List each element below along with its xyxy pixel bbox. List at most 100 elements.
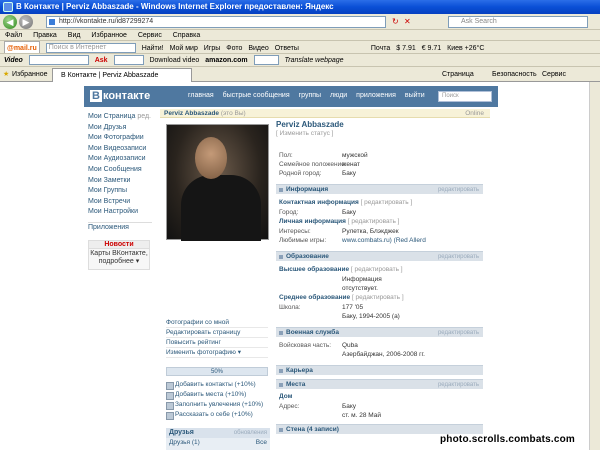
search-input[interactable]: Ask Search xyxy=(448,16,588,28)
vk-header: Вконтакте главная быстрые сообщения груп… xyxy=(84,86,498,107)
nav-home[interactable]: главная xyxy=(188,92,214,99)
amazon-search-input[interactable] xyxy=(253,55,279,66)
favorites-button[interactable]: Избранное xyxy=(12,67,47,82)
star-icon[interactable]: ★ xyxy=(3,67,9,82)
toolbar-item-video[interactable]: Видео xyxy=(248,42,268,53)
menu-my-groups[interactable]: Мои Группы xyxy=(88,186,152,197)
forward-icon[interactable]: ▶ xyxy=(19,15,33,29)
mail-link[interactable]: Почта xyxy=(371,42,390,53)
section-wall[interactable]: Стена (4 записи) xyxy=(276,424,483,434)
edit-link[interactable]: [ редактировать ] xyxy=(361,199,413,206)
url-field[interactable]: http://vkontakte.ru/id87299274 xyxy=(46,16,386,28)
section-military[interactable]: Военная служба редактировать xyxy=(276,327,483,337)
menu-my-page[interactable]: Мои Страница ред. xyxy=(88,112,152,123)
toolbar-item-games[interactable]: Игры xyxy=(204,42,221,53)
download-video-button[interactable]: Download video xyxy=(149,54,199,66)
nav-logout[interactable]: выйти xyxy=(405,92,425,99)
edit-page-link[interactable]: Редактировать страницу xyxy=(166,328,268,338)
contact-value[interactable]: Баку xyxy=(342,208,356,217)
higher-edu-heading: Высшее образование [ редактировать ] xyxy=(276,265,483,275)
basic-value[interactable]: Баку xyxy=(342,169,356,178)
video-logo[interactable]: Video xyxy=(4,54,23,66)
video-search-input[interactable] xyxy=(28,55,89,66)
menu-my-events[interactable]: Мои Встречи xyxy=(88,197,152,208)
change-status-link[interactable]: [ Изменить статус ] xyxy=(276,130,483,137)
section-info[interactable]: Информация редактировать xyxy=(276,184,483,194)
friends-count-link[interactable]: Друзья (1) xyxy=(169,439,200,446)
photos-with-me-link[interactable]: Фотографии со мной xyxy=(166,318,268,328)
ask-search-input[interactable] xyxy=(113,55,144,66)
edit-link[interactable]: редактировать xyxy=(438,252,479,262)
edit-link[interactable]: [ редактировать ] xyxy=(348,218,400,225)
menu-edit-link[interactable]: ред. xyxy=(137,113,151,120)
nav-people[interactable]: люди xyxy=(330,92,347,99)
toolbar-item-photo[interactable]: Фото xyxy=(226,42,242,53)
menu-file[interactable]: Файл xyxy=(5,32,22,39)
menu-my-friends[interactable]: Мои Друзья xyxy=(88,123,152,134)
friends-updates-link[interactable]: обновления xyxy=(234,428,267,438)
toolbar-item-answers[interactable]: Ответы xyxy=(275,42,299,53)
menu-my-notes[interactable]: Мои Заметки xyxy=(88,176,152,187)
translate-button[interactable]: Translate webpage xyxy=(285,54,344,66)
news-link[interactable]: Карты ВКонтакте, подробнее ▾ xyxy=(89,249,149,265)
military-value[interactable]: Quba xyxy=(342,341,358,350)
page-menu[interactable]: Страница xyxy=(442,67,474,82)
find-button[interactable]: Найти! xyxy=(142,42,164,53)
refresh-icon[interactable]: ↻ xyxy=(392,17,399,26)
friends-all-link[interactable]: Все xyxy=(256,438,267,448)
amazon-logo[interactable]: amazon.com xyxy=(205,54,247,66)
vk-search-input[interactable]: Поиск xyxy=(438,91,492,102)
nav-groups[interactable]: группы xyxy=(299,92,321,99)
menu-tools[interactable]: Сервис xyxy=(138,32,162,39)
edit-link[interactable]: редактировать xyxy=(438,380,479,390)
menu-help[interactable]: Справка xyxy=(173,32,200,39)
ask-logo[interactable]: Ask xyxy=(95,54,108,66)
personal-row: Интересы: Рулетка, Блэкджек xyxy=(276,227,483,236)
vertical-scrollbar[interactable] xyxy=(589,82,600,450)
stop-icon[interactable]: ✕ xyxy=(404,17,411,26)
nav-apps[interactable]: приложения xyxy=(356,92,396,99)
menu-edit[interactable]: Правка xyxy=(33,32,57,39)
back-icon[interactable]: ◀ xyxy=(3,15,17,29)
secondary-value[interactable]: Баку, 1994-2005 (а) xyxy=(342,312,400,321)
basic-key: Пол: xyxy=(279,152,293,159)
mailru-logo[interactable]: @mail.ru xyxy=(4,41,40,53)
menu-my-videos[interactable]: Мои Видеозаписи xyxy=(88,144,152,155)
profile-photo[interactable] xyxy=(166,124,269,241)
menu-my-audio[interactable]: Мои Аудиозаписи xyxy=(88,154,152,165)
edit-link[interactable]: редактировать xyxy=(438,328,479,338)
tools-menu[interactable]: Сервис xyxy=(542,67,566,82)
basic-row: Родной город: Баку xyxy=(276,169,483,178)
section-career[interactable]: Карьера xyxy=(276,365,483,375)
menu-my-settings[interactable]: Мои Настройки xyxy=(88,207,152,218)
raise-rating-link[interactable]: Повысить рейтинг xyxy=(166,338,268,348)
places-key: Адрес: xyxy=(279,403,300,410)
menu-my-messages[interactable]: Мои Сообщения xyxy=(88,165,152,176)
change-photo-link[interactable]: Изменить фотографию ▾ xyxy=(166,348,268,358)
nav-messages[interactable]: быстрые сообщения xyxy=(223,92,290,99)
window-title: В Контакте | Perviz Abbaszade - Windows … xyxy=(16,2,334,11)
section-places[interactable]: Места редактировать xyxy=(276,379,483,389)
menu-view[interactable]: Вид xyxy=(68,32,81,39)
vk-logo[interactable]: Вконтакте xyxy=(90,90,150,102)
mailru-search-input[interactable]: Поиск в Интернет xyxy=(45,43,136,53)
menu-my-photos[interactable]: Мои Фотографии xyxy=(88,133,152,144)
secondary-value[interactable]: 177 '05 xyxy=(342,303,363,312)
toolbar-item-my-world[interactable]: Мой мир xyxy=(170,42,198,53)
edit-link[interactable]: редактировать xyxy=(438,185,479,195)
personal-value[interactable]: Рулетка, Блэкджек xyxy=(342,227,399,236)
fill-interests-link[interactable]: Заполнить увлечения (+10%) xyxy=(166,400,271,410)
add-places-link[interactable]: Добавить места (+10%) xyxy=(166,390,271,400)
add-contacts-link[interactable]: Добавить контакты (+10%) xyxy=(166,380,271,390)
tab-vkontakte[interactable]: В Контакте | Perviz Abbaszade xyxy=(52,68,192,82)
menu-favorites[interactable]: Избранное xyxy=(91,32,126,39)
security-menu[interactable]: Безопасность xyxy=(492,67,537,82)
places-row: Адрес: Баку xyxy=(276,402,483,411)
personal-value[interactable]: www.combats.ru) (Red Allerd xyxy=(342,236,426,245)
tell-about-link[interactable]: Рассказать о себе (+10%) xyxy=(166,410,271,420)
menu-apps[interactable]: Приложения xyxy=(88,221,152,233)
window-title-bar: В Контакте | Perviz Abbaszade - Windows … xyxy=(0,0,600,14)
edit-link[interactable]: [ редактировать ] xyxy=(351,266,403,273)
section-education[interactable]: Образование редактировать xyxy=(276,251,483,261)
edit-link[interactable]: [ редактировать ] xyxy=(352,294,404,301)
